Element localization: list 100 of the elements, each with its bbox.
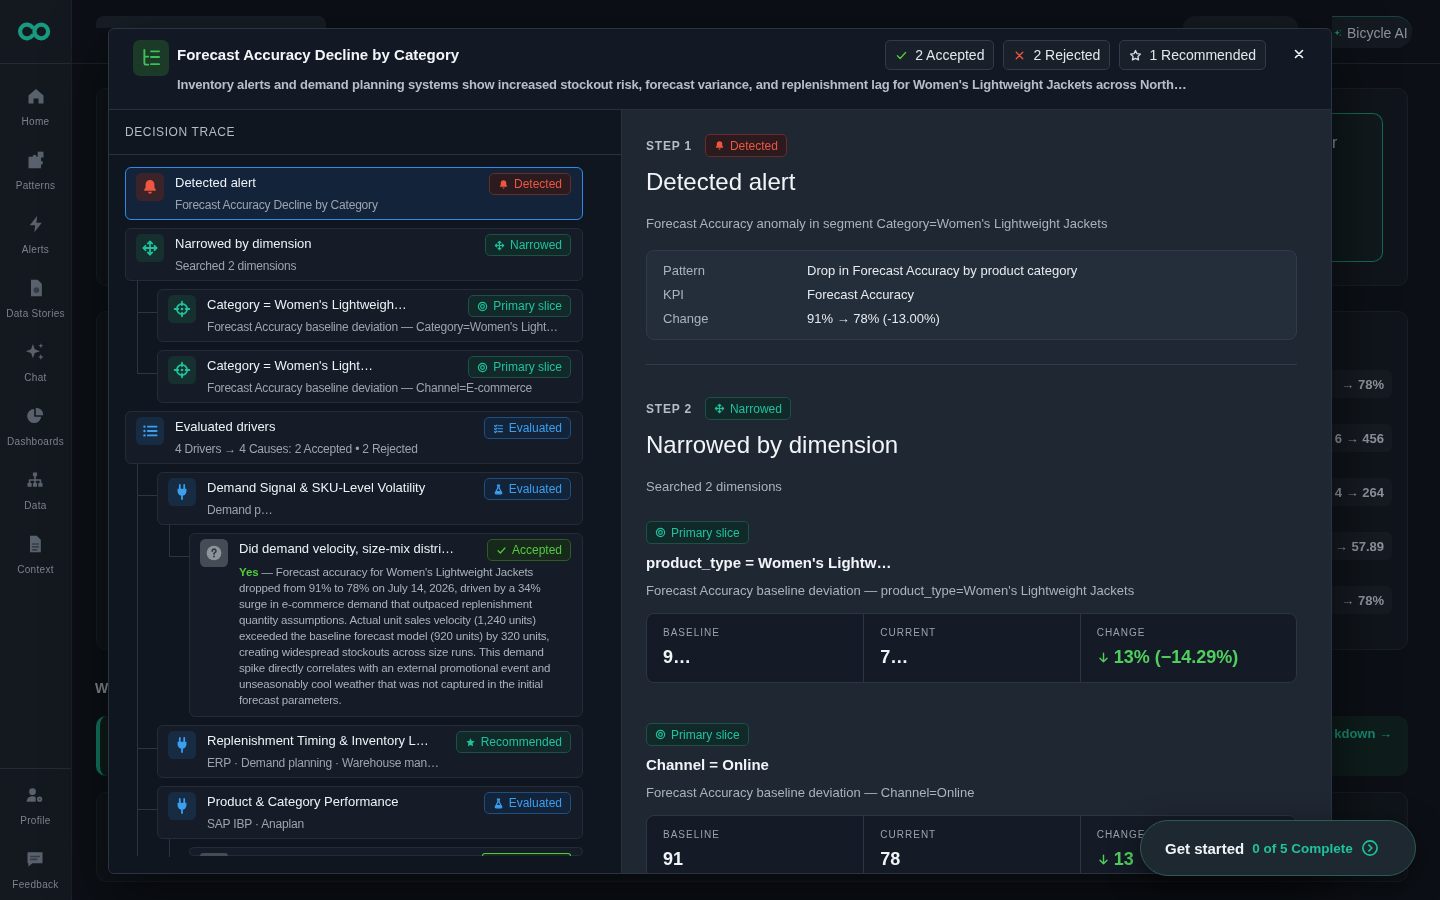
trace-subtitle: Forecast Accuracy baseline deviation — Category=Women's Light… <box>207 319 559 335</box>
status-label: Primary slice <box>493 299 562 313</box>
plug-icon <box>168 478 196 506</box>
value-chip: → 57.89 <box>1332 532 1392 560</box>
trace-title: Did demand velocity, size-mix distri… <box>239 540 455 558</box>
summary-chip[interactable]: 2 Accepted <box>885 40 995 70</box>
nav-link[interactable]: Profile <box>20 779 51 827</box>
summary-chip[interactable]: 1 Recommended <box>1119 40 1266 70</box>
close-icon <box>1292 47 1306 61</box>
value-chip: → 78% <box>1332 370 1392 398</box>
trace-card[interactable]: Replenishment Timing & Inventory L… Recommended ERP · Demand planning · Warehouse man… <box>157 725 583 778</box>
trace-title: Category = Women's Light… <box>207 357 373 375</box>
metric-value: 13 <box>1113 848 1134 871</box>
trace-title: Detected alert <box>175 174 256 192</box>
detail-value: 91% → 78% (-13.00%) <box>807 310 941 328</box>
metric-label: CURRENT <box>880 828 937 842</box>
metric-label: BASELINE <box>663 626 720 640</box>
status-label: Detected <box>729 138 778 153</box>
detail-label: Change <box>663 310 710 328</box>
status-label: Primary slice <box>671 727 740 742</box>
trace-subtitle: ERP · Demand planning · Warehouse man… <box>207 755 440 771</box>
flask-icon <box>492 483 504 495</box>
target-icon <box>477 361 489 373</box>
status-label: Narrowed <box>729 401 782 416</box>
trace-title: Evaluated drivers <box>175 418 276 436</box>
icon-tile <box>200 853 228 856</box>
status-label: Narrowed <box>509 238 562 252</box>
toolbar-field[interactable] <box>96 16 326 28</box>
plug-icon <box>168 792 196 820</box>
plug-icon <box>168 731 196 759</box>
hierarchy-icon <box>25 470 46 490</box>
trace-card[interactable]: Demand Signal & SKU-Level Volatility Evaluated Demand p… <box>157 472 583 525</box>
move-arrows-icon <box>713 403 725 414</box>
nav-link[interactable]: Data <box>24 464 47 512</box>
trace-title: Category = Women's Lightweigh… <box>207 296 407 314</box>
chat-bubble-icon <box>25 849 46 869</box>
section-heading: W <box>95 679 109 697</box>
status-label: Evaluated <box>508 482 562 496</box>
crosshair-icon <box>168 295 196 323</box>
step-title: Detected alert <box>646 168 797 196</box>
checklist-icon <box>492 422 504 434</box>
star-icon <box>1129 48 1143 62</box>
trace-card[interactable] <box>189 847 583 856</box>
value-chip: 6 → 456 <box>1332 424 1392 452</box>
nav-link[interactable]: Home <box>21 80 50 128</box>
chevron-right-icon <box>1360 839 1379 857</box>
trace-title: Product & Category Performance <box>207 793 399 811</box>
target-icon <box>477 300 489 312</box>
value-chip: → 78% <box>1332 586 1392 614</box>
metric-label: CHANGE <box>1096 626 1146 640</box>
trace-card[interactable] <box>189 533 583 717</box>
metric-value: 91 <box>663 848 684 871</box>
pie-chart-icon <box>25 406 46 426</box>
trace-card[interactable]: Product & Category Performance Evaluated SAP IBP · Anaplan <box>157 786 583 839</box>
dialog-title: Forecast Accuracy Decline by Category <box>177 45 460 65</box>
flask-icon <box>492 797 504 809</box>
bell-icon <box>497 178 509 190</box>
trace-subtitle: Forecast Accuracy baseline deviation — Channel=E-commerce <box>207 380 534 396</box>
detail-value: Drop in Forecast Accuracy by product category <box>807 262 1079 280</box>
metric-label: CURRENT <box>880 626 937 640</box>
trace-title: Replenishment Timing & Inventory L… <box>207 732 429 750</box>
slice-title: product_type = Women's Lightw… <box>646 554 892 572</box>
dialog-subtitle: Inventory alerts and demand planning systems show increased stockout risk, forecast variance, and replenishment lag for Women's Lightweight Jackets across North… <box>177 77 1188 93</box>
nav-link[interactable]: Feedback <box>12 843 59 891</box>
answer-text: Yes — Forecast accuracy for Women's Lightweight Jackets dropped from 91% to 78% on July 14, 2026, driven by a 34% surge in e-commerce demand that outpaced replenishment quantity assumptions. Actual unit sales velocity (1,240 units) exceeded the baseline forecast model (920 units) by 320 units, creating widespread stockouts across size runs. This demand spike directly correlates with an external promotional event and unseasonably cool weather that was not captured in the initial forecast parameters. <box>239 565 552 708</box>
nav-link[interactable]: Alerts <box>21 208 50 256</box>
trace-card[interactable]: Narrowed by dimension Narrowed Searched 2 dimensions <box>125 228 583 281</box>
trace-card[interactable]: Category = Women's Light… Primary slice Forecast Accuracy baseline deviation — Channel=E-commerce <box>157 350 583 403</box>
list-icon <box>136 417 164 445</box>
step-description: Forecast Accuracy anomaly in segment Category=Women's Lightweight Jackets <box>646 216 1109 232</box>
trace-subtitle: 4 Drivers → 4 Causes: 2 Accepted • 2 Rejected <box>175 441 419 457</box>
star-icon <box>464 736 476 748</box>
assistant-button[interactable]: Bicycle AI <box>1332 16 1412 48</box>
metric-value: 13% (−14.29%) <box>1113 646 1239 669</box>
summary-chip[interactable]: 2 Rejected <box>1003 40 1111 70</box>
nav-link[interactable]: Context <box>17 528 54 576</box>
bell-icon <box>136 173 164 201</box>
sparkles-icon <box>25 342 46 362</box>
trace-card[interactable]: Evaluated drivers Evaluated 4 Drivers → 4 Causes: 2 Accepted • 2 Rejected <box>125 411 583 464</box>
status-label: Recommended <box>480 735 562 749</box>
status-label: Primary slice <box>493 360 562 374</box>
nav-link[interactable]: Patterns <box>15 144 56 192</box>
trace-subtitle: Searched 2 dimensions <box>175 258 298 274</box>
trace-card[interactable]: Detected alert Detected Forecast Accuracy Decline by Category <box>125 167 583 220</box>
move-arrows-icon <box>136 234 164 262</box>
step-title: Narrowed by dimension <box>646 431 900 459</box>
move-arrows-icon <box>493 239 505 251</box>
detail-label: Pattern <box>663 262 706 280</box>
banner-link[interactable]: kdown → <box>1334 726 1392 742</box>
nav-link[interactable]: Chat <box>24 336 47 384</box>
slice-title: Channel = Online <box>646 756 769 774</box>
slice-description: Forecast Accuracy baseline deviation — product_type=Women's Lightweight Jackets <box>646 583 1135 599</box>
metric-value: 78 <box>880 848 901 871</box>
detail-label: KPI <box>663 286 685 304</box>
arrow-down-icon <box>1096 649 1110 665</box>
trace-card[interactable]: Category = Women's Lightweigh… Primary slice Forecast Accuracy baseline deviation — Category=Women's Light… <box>157 289 583 342</box>
tree-list-icon <box>133 40 169 76</box>
nav-link[interactable]: Data Stories <box>6 272 65 320</box>
nav-link[interactable]: Dashboards <box>7 400 64 448</box>
question-icon <box>200 539 228 567</box>
